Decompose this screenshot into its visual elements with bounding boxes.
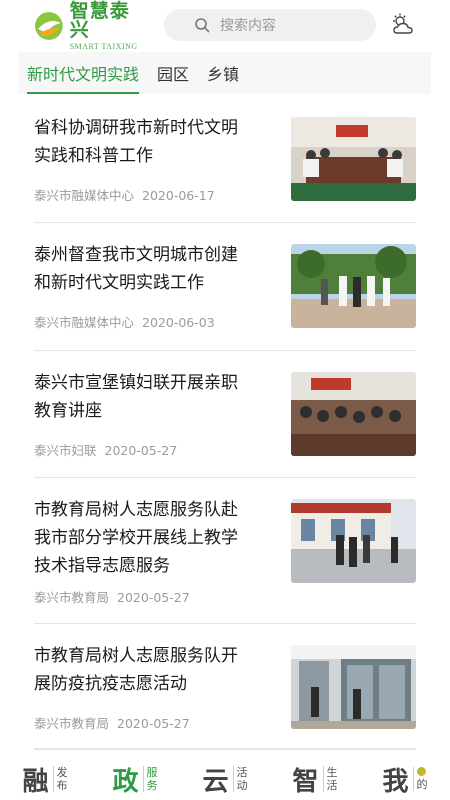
mine-dot-icon (416, 767, 426, 776)
news-date: 2020-05-27 (117, 716, 190, 731)
bottom-nav: 融 发布 政 服务 云 活动 智 生活 我 的 (0, 758, 450, 800)
nav-small-label: 服务 (142, 766, 158, 792)
news-date: 2020-06-17 (142, 188, 215, 203)
news-meta: 泰兴市教育局 2020-05-27 (34, 713, 190, 732)
app-header: 智慧泰兴 SMART TAIXING 搜索内容 (0, 0, 450, 52)
news-title: 泰州督查我市文明城市创建 和新时代文明实践工作 (34, 245, 238, 293)
news-list: 省科协调研我市新时代文明 实践和科普工作 泰兴市融媒体中心 2020-06-17 泰… (34, 96, 416, 750)
news-source: 泰兴市融媒体中心 (34, 315, 135, 330)
news-item[interactable]: 市教育局树人志愿服务队开 展防疫抗疫志愿活动 泰兴市教育局 2020-05-27 (34, 624, 416, 750)
tab-civilization-practice[interactable]: 新时代文明实践 (18, 52, 148, 94)
app-logo[interactable]: 智慧泰兴 SMART TAIXING (34, 1, 149, 50)
nav-big-char: 智 (292, 766, 319, 797)
logo-subtitle: SMART TAIXING (69, 41, 138, 51)
search-bar[interactable]: 搜索内容 (164, 9, 376, 41)
nav-gov-service[interactable]: 政 服务 (90, 758, 180, 800)
logo-icon (34, 12, 63, 40)
news-source: 泰兴市融媒体中心 (34, 188, 135, 203)
nav-cloud-activity[interactable]: 云 活动 (180, 758, 270, 800)
tab-label: 园区 (157, 65, 190, 84)
news-thumbnail (291, 117, 416, 201)
news-source: 泰兴市教育局 (34, 590, 110, 605)
news-item[interactable]: 泰州督查我市文明城市创建 和新时代文明实践工作 泰兴市融媒体中心 2020-06-0… (34, 223, 416, 351)
news-item[interactable]: 市教育局树人志愿服务队赴 我市部分学校开展线上教学 技术指导志愿服务 泰兴市教育局 2… (34, 478, 416, 624)
search-placeholder: 搜索内容 (220, 18, 276, 34)
news-thumbnail (291, 244, 416, 328)
news-thumbnail (291, 499, 416, 583)
news-title: 省科协调研我市新时代文明 实践和科普工作 (34, 118, 238, 166)
nav-big-char: 政 (112, 766, 139, 797)
nav-big-char: 云 (202, 766, 229, 797)
news-item[interactable]: 泰兴市宣堡镇妇联开展亲职 教育讲座 泰兴市妇联 2020-05-27 (34, 351, 416, 478)
news-thumbnail (291, 372, 416, 456)
weather-icon[interactable] (390, 12, 416, 38)
nav-big-char: 我 (382, 766, 409, 797)
news-date: 2020-05-27 (117, 590, 190, 605)
logo-title: 智慧泰兴 (69, 0, 130, 41)
nav-small-label: 活动 (232, 766, 248, 792)
news-meta: 泰兴市融媒体中心 2020-06-03 (34, 312, 215, 331)
news-source: 泰兴市教育局 (34, 716, 110, 731)
news-title: 市教育局树人志愿服务队开 展防疫抗疫志愿活动 (34, 646, 238, 694)
news-source: 泰兴市妇联 (34, 443, 97, 458)
nav-big-char: 融 (22, 766, 49, 797)
news-date: 2020-06-03 (142, 315, 215, 330)
tab-park[interactable]: 园区 (148, 52, 198, 94)
news-item[interactable]: 省科协调研我市新时代文明 实践和科普工作 泰兴市融媒体中心 2020-06-17 (34, 96, 416, 223)
news-date: 2020-05-27 (104, 443, 178, 458)
news-meta: 泰兴市妇联 2020-05-27 (34, 440, 177, 459)
news-title: 泰兴市宣堡镇妇联开展亲职 教育讲座 (34, 373, 238, 421)
nav-small-label: 生活 (322, 766, 338, 792)
nav-publish[interactable]: 融 发布 (0, 758, 90, 800)
news-meta: 泰兴市教育局 2020-05-27 (34, 587, 190, 606)
tab-label: 乡镇 (207, 65, 240, 84)
news-thumbnail (291, 645, 416, 729)
news-meta: 泰兴市融媒体中心 2020-06-17 (34, 185, 215, 204)
nav-mine[interactable]: 我 的 (360, 758, 450, 800)
category-tabs: 新时代文明实践 园区 乡镇 (18, 52, 431, 94)
tab-label: 新时代文明实践 (27, 65, 140, 84)
news-title: 市教育局树人志愿服务队赴 我市部分学校开展线上教学 技术指导志愿服务 (34, 500, 238, 576)
search-icon (195, 18, 210, 33)
nav-small-label: 发布 (52, 766, 68, 792)
nav-small-label: 的 (412, 767, 428, 791)
tab-township[interactable]: 乡镇 (198, 52, 248, 94)
divider (34, 748, 416, 749)
nav-smart-life[interactable]: 智 生活 (270, 758, 360, 800)
